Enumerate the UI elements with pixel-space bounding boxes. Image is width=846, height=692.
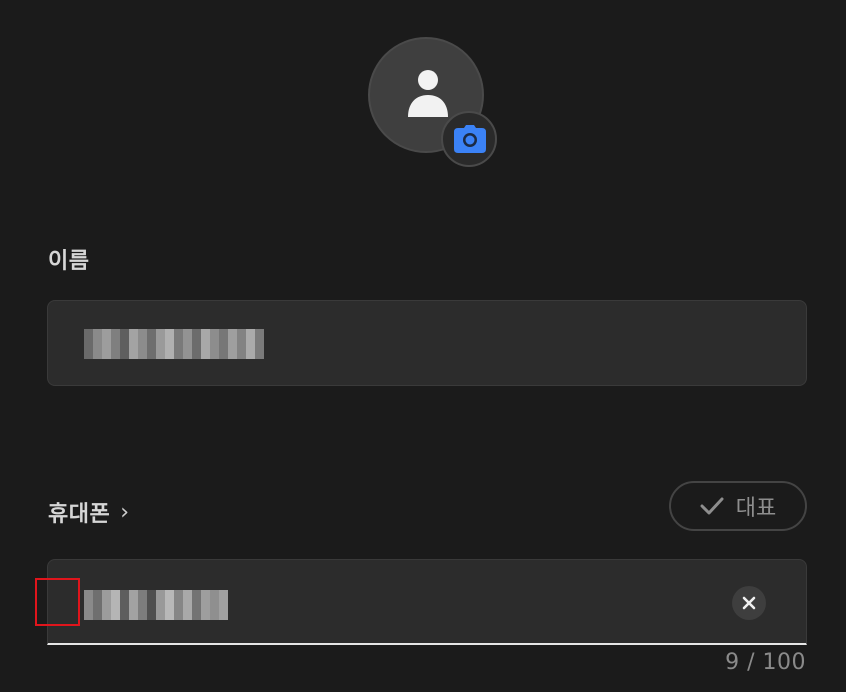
change-photo-button[interactable] — [441, 111, 497, 167]
phone-label-link[interactable]: 휴대폰 › — [48, 496, 130, 528]
character-counter: 9 / 100 — [725, 650, 806, 675]
check-icon — [700, 497, 724, 515]
phone-field[interactable] — [47, 559, 807, 645]
camera-icon — [454, 125, 486, 153]
clear-input-button[interactable] — [732, 586, 766, 620]
name-label: 이름 — [48, 249, 90, 274]
phone-label: 휴대폰 — [48, 502, 111, 527]
close-icon — [742, 596, 756, 610]
chevron-right-icon: › — [120, 499, 130, 525]
set-representative-button[interactable]: 대표 — [669, 481, 807, 531]
person-icon — [408, 70, 448, 117]
name-value-redacted — [84, 329, 264, 359]
text-cursor-highlight — [35, 578, 80, 626]
name-field[interactable] — [47, 300, 807, 386]
representative-label: 대표 — [735, 496, 777, 521]
profile-edit-page: 이름 휴대폰 › 대표 9 / 100 — [0, 0, 846, 692]
phone-value-redacted — [84, 590, 228, 620]
